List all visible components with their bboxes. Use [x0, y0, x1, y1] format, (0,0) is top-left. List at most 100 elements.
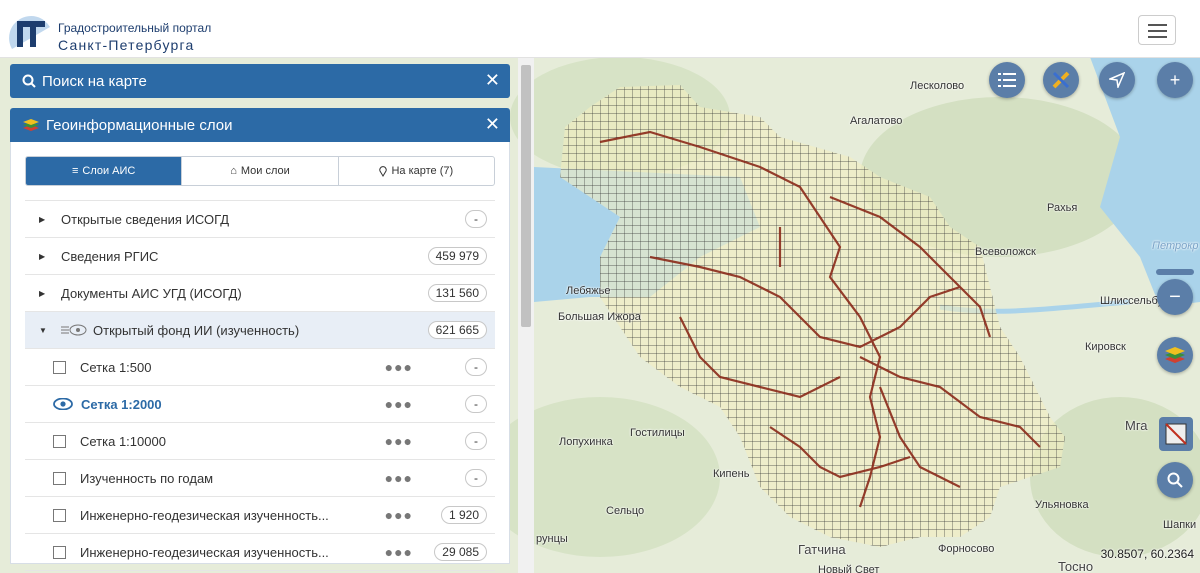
sublayer-checkbox[interactable]	[53, 471, 66, 485]
hamburger-line	[1148, 36, 1167, 38]
layers-panel: Геоинформационные слои ✕ ≡ Слои АИС ⌂ Мо…	[10, 108, 510, 571]
layer-count-badge: -	[465, 358, 487, 376]
map-label-fornosovo: Форносово	[938, 543, 995, 555]
layer-count-badge: 1 920	[440, 506, 487, 524]
sublayer-row-active[interactable]: Сетка 1:2000 ●●● -	[25, 386, 495, 423]
map-label-gostilitsy: Гостилицы	[630, 427, 685, 439]
brand-line-2: Санкт-Петербурга	[58, 37, 195, 53]
layer-count-badge: 621 665	[427, 321, 487, 339]
caret-right-icon[interactable]: ▶	[39, 252, 49, 261]
legend-button[interactable]	[989, 62, 1025, 98]
more-options-icon[interactable]: ●●●	[385, 470, 413, 486]
app-header: Градостроительный портал Санкт-Петербург…	[0, 0, 1200, 58]
caret-down-icon[interactable]: ▼	[39, 326, 49, 335]
legend-icon	[998, 73, 1016, 87]
caret-right-icon[interactable]: ▶	[39, 215, 49, 224]
layer-row[interactable]: ▶ Открытые сведения ИСОГД -	[25, 201, 495, 238]
map-label-leskolovo: Лесколово	[910, 80, 965, 92]
layer-row[interactable]: ▶ Сведения РГИС 459 979	[25, 238, 495, 275]
tab-label: Мои слои	[240, 165, 290, 177]
layer-count-badge: 459 979	[427, 247, 487, 265]
map-label-mga: Мга	[1125, 418, 1148, 433]
extent-button[interactable]	[1159, 417, 1193, 451]
map-label-novy-svet: Новый Свет	[818, 564, 880, 573]
caret-right-icon[interactable]: ▶	[39, 289, 49, 298]
brand-line-1: Градостроительный портал	[58, 21, 212, 35]
map-label-vsevolozhsk: Всеволожск	[975, 246, 1036, 258]
layer-row[interactable]: ▶ Документы АИС УГД (ИСОГД) 131 560	[25, 275, 495, 312]
measure-icon	[1052, 71, 1070, 89]
layer-label: Сведения РГИС	[61, 248, 159, 264]
layers-icon	[1165, 347, 1185, 363]
layer-list: ▶ Открытые сведения ИСОГД - ▶ Сведения Р…	[25, 200, 495, 571]
map-label-kipen: Кипень	[713, 468, 750, 480]
portal-logo[interactable]	[8, 7, 54, 53]
left-panel: Поиск на карте ✕ Геоинформационные слои …	[10, 64, 510, 571]
layer-label: Открытые сведения ИСОГД	[61, 211, 230, 227]
map-label-runitsy: рунцы	[536, 533, 568, 545]
tab-ais-layers[interactable]: ≡ Слои АИС	[26, 157, 183, 185]
scrollbar-thumb[interactable]	[521, 65, 531, 327]
close-icon[interactable]: ✕	[485, 115, 500, 133]
map-search-button[interactable]	[1157, 462, 1193, 498]
layer-count-badge: -	[465, 469, 487, 487]
tab-my-layers[interactable]: ⌂ Мои слои	[182, 157, 339, 185]
panel-scrollbar[interactable]	[518, 57, 534, 573]
map-label-tosno: Тосно	[1058, 559, 1094, 573]
zoom-level-indicator[interactable]	[1156, 269, 1194, 275]
zoom-in-button[interactable]: +	[1157, 62, 1193, 98]
more-options-icon[interactable]: ●●●	[385, 544, 413, 560]
locate-button[interactable]	[1099, 62, 1135, 98]
sublayer-row[interactable]: Изученность по годам ●●● -	[25, 460, 495, 497]
layers-button[interactable]	[1157, 337, 1193, 373]
sublayer-checkbox[interactable]	[53, 360, 66, 374]
zoom-out-button[interactable]: −	[1157, 279, 1193, 315]
more-options-icon[interactable]: ●●●	[385, 359, 413, 375]
layers-panel-body: ≡ Слои АИС ⌂ Мои слои На карте (7) ▶ Отк…	[10, 142, 510, 571]
map-label-selco: Сельцо	[606, 505, 645, 517]
map-label-agalatovo: Агалатово	[850, 115, 903, 127]
more-options-icon[interactable]: ●●●	[385, 396, 413, 412]
more-options-icon[interactable]: ●●●	[385, 507, 413, 523]
sublayer-label: Изученность по годам	[80, 470, 214, 486]
locate-icon	[1109, 72, 1125, 88]
measure-button[interactable]	[1043, 62, 1079, 98]
sublayer-row[interactable]: Сетка 1:10000 ●●● -	[25, 423, 495, 460]
search-icon	[1167, 472, 1183, 488]
sublayer-row[interactable]: Сетка 1:500 ●●● -	[25, 349, 495, 386]
search-panel-header[interactable]: Поиск на карте ✕	[10, 64, 510, 98]
layer-count-badge: 131 560	[427, 284, 487, 302]
search-panel-title: Поиск на карте	[42, 72, 147, 90]
sublayer-row[interactable]: Инженерно-геодезическая изученность... ●…	[25, 534, 495, 571]
map-label-ulyanovka: Ульяновка	[1035, 499, 1089, 511]
search-icon	[22, 74, 36, 88]
layer-label: Документы АИС УГД (ИСОГД)	[61, 285, 242, 301]
map-label-lopukhinka: Лопухинка	[559, 436, 613, 448]
tab-label: На карте (7)	[391, 165, 454, 177]
extent-icon	[1165, 423, 1187, 445]
tab-label: Слои АИС	[82, 165, 136, 177]
sublayer-row[interactable]: Инженерно-геодезическая изученность... ●…	[25, 497, 495, 534]
sublayer-checkbox[interactable]	[53, 434, 66, 448]
map-label-rakhya: Рахья	[1047, 202, 1078, 214]
tab-on-map[interactable]: На карте (7)	[339, 157, 494, 185]
zoom-in-icon: +	[1169, 69, 1181, 90]
eye-icon[interactable]	[53, 398, 73, 410]
layer-row-expanded[interactable]: ▼ Открытый фонд ИИ (изученность) 621 665	[25, 312, 495, 349]
more-options-icon[interactable]: ●●●	[385, 433, 413, 449]
layers-panel-header[interactable]: Геоинформационные слои ✕	[10, 108, 510, 142]
sublayer-label: Сетка 1:10000	[80, 433, 166, 449]
sublayer-checkbox[interactable]	[53, 545, 66, 559]
sublayer-checkbox[interactable]	[53, 508, 66, 522]
layer-count-badge: -	[465, 432, 487, 450]
layers-icon	[23, 119, 39, 131]
map-label-gatchina: Гатчина	[798, 542, 846, 557]
layers-tabs: ≡ Слои АИС ⌂ Мои слои На карте (7)	[25, 156, 495, 186]
hamburger-menu-button[interactable]	[1138, 15, 1176, 45]
map-label-lebyazhye: Лебяжье	[566, 285, 611, 297]
sublayer-label: Инженерно-геодезическая изученность...	[80, 544, 329, 560]
layer-visibility-icon[interactable]	[61, 323, 87, 337]
home-icon: ⌂	[230, 165, 237, 177]
layers-panel-title: Геоинформационные слои	[46, 116, 233, 134]
close-icon[interactable]: ✕	[485, 71, 500, 89]
